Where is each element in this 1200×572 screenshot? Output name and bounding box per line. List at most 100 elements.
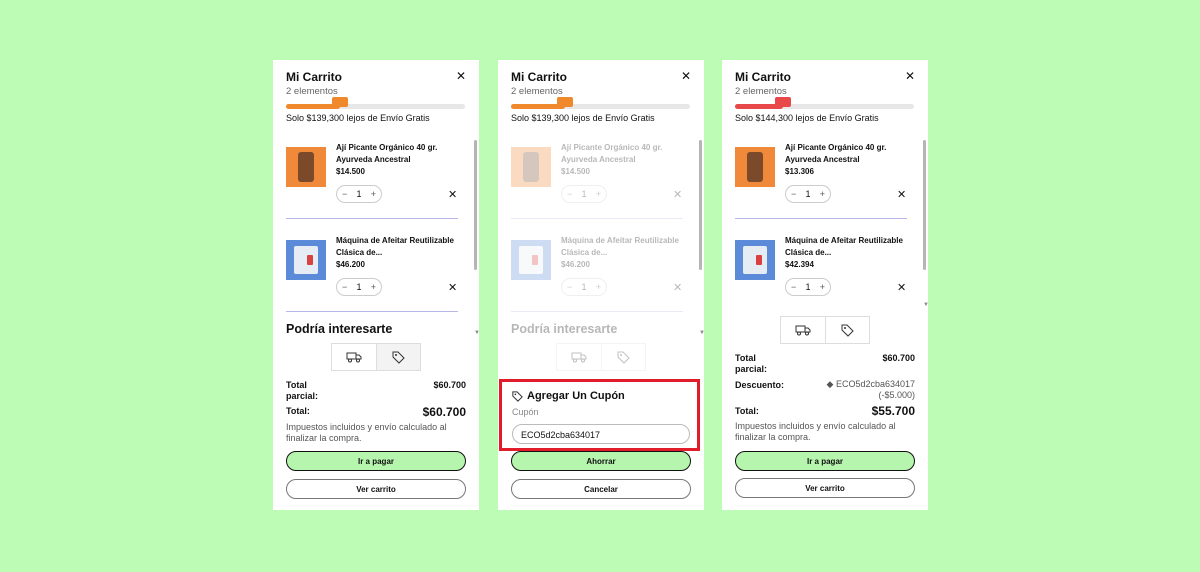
item-name[interactable]: Ají Picante Orgánico 40 gr. Ayurveda Anc…	[336, 142, 456, 166]
scrollbar[interactable]	[474, 140, 477, 335]
quantity-value: 1	[581, 282, 587, 292]
remove-icon[interactable]: ✕	[448, 281, 457, 294]
cart-title: Mi Carrito	[511, 70, 568, 84]
cart-options-tabs	[556, 343, 646, 371]
scrollbar-thumb[interactable]	[923, 140, 926, 270]
quantity-stepper[interactable]: − 1 +	[336, 278, 382, 296]
view-cart-button[interactable]: Ver carrito	[735, 478, 915, 498]
tag-icon: ◆	[826, 379, 836, 389]
item-name[interactable]: Ají Picante Orgánico 40 gr. Ayurveda Anc…	[785, 142, 905, 166]
minus-icon[interactable]: −	[791, 189, 796, 199]
shipping-progress-bar	[511, 97, 690, 109]
free-shipping-message: Solo $139,300 lejos de Envío Gratis	[286, 113, 430, 123]
quantity-stepper[interactable]: − 1 +	[785, 278, 831, 296]
total-value: $60.700	[422, 405, 466, 419]
remove-icon: ✕	[673, 189, 683, 201]
remove-icon[interactable]: ✕	[897, 188, 906, 201]
quantity-stepper[interactable]: − 1 +	[336, 185, 382, 203]
plus-icon: +	[595, 282, 601, 292]
apply-coupon-button[interactable]: Ahorrar	[511, 451, 691, 471]
discount-code: ◆ ECO5d2cba634017 (-$5.000)	[826, 379, 915, 400]
razor-image	[511, 240, 551, 280]
total-value: $55.700	[871, 404, 915, 418]
item-price: $46.200	[561, 260, 590, 269]
item-name[interactable]: Máquina de Afeitar Reutilizable Clásica …	[336, 235, 456, 259]
shipping-progress-bar	[286, 97, 465, 109]
razor-image	[735, 240, 775, 280]
truck-icon[interactable]	[781, 317, 825, 343]
free-shipping-message: Solo $144,300 lejos de Envío Gratis	[735, 113, 879, 123]
cancel-button[interactable]: Cancelar	[511, 479, 691, 499]
divider	[511, 218, 683, 219]
cart-title: Mi Carrito	[286, 70, 343, 84]
scrollbar-thumb[interactable]	[699, 140, 702, 270]
coupon-label: Cupón	[512, 407, 539, 417]
scrollbar-thumb[interactable]	[474, 140, 477, 270]
item-count: 2 elementos	[511, 86, 563, 97]
item-count: 2 elementos	[286, 86, 338, 97]
truck-icon[interactable]	[332, 344, 376, 370]
cart-panel-3: Mi Carrito ✕ 2 elementos Solo $144,300 l…	[722, 60, 928, 510]
plus-icon[interactable]: +	[371, 189, 376, 199]
quantity-value[interactable]: 1	[805, 189, 810, 199]
cart-title: Mi Carrito	[735, 70, 792, 84]
quantity-stepper: − 1 +	[561, 278, 607, 296]
tax-shipping-note: Impuestos incluidos y envío calculado al…	[286, 422, 447, 443]
item-name: Ají Picante Orgánico 40 gr. Ayurveda Anc…	[561, 143, 663, 164]
remove-icon[interactable]: ✕	[897, 281, 906, 294]
plus-icon[interactable]: +	[820, 189, 825, 199]
tag-icon[interactable]	[375, 344, 420, 370]
shipping-progress-bar	[735, 97, 914, 109]
jar-image	[735, 147, 775, 187]
scroll-down-icon[interactable]: ▼	[474, 330, 479, 336]
item-price: $13.306	[785, 167, 814, 176]
subtotal-label: Total parcial:	[286, 380, 319, 401]
tag-icon	[600, 344, 646, 370]
total-label: Total:	[286, 406, 310, 416]
quantity-value[interactable]: 1	[356, 189, 361, 199]
quantity-value[interactable]: 1	[805, 282, 810, 292]
coupon-title: Agregar Un Cupón	[527, 390, 625, 402]
close-icon[interactable]: ✕	[456, 70, 466, 82]
minus-icon: −	[567, 189, 573, 199]
coupon-input[interactable]: ECO5d2cba634017	[512, 424, 690, 444]
checkout-button[interactable]: Ir a pagar	[286, 451, 466, 471]
jar-image	[511, 147, 551, 187]
item-price: $46.200	[336, 260, 365, 269]
razor-image	[286, 240, 326, 280]
item-name: Máquina de Afeitar Reutilizable Clásica …	[561, 236, 679, 257]
checkout-button[interactable]: Ir a pagar	[735, 451, 915, 471]
plus-icon[interactable]: +	[820, 282, 825, 292]
recommendations-heading: Podría interesarte	[511, 322, 618, 336]
quantity-value[interactable]: 1	[356, 282, 361, 292]
minus-icon[interactable]: −	[342, 189, 347, 199]
remove-icon[interactable]: ✕	[448, 188, 457, 201]
item-name[interactable]: Máquina de Afeitar Reutilizable Clásica …	[785, 235, 905, 259]
plus-icon[interactable]: +	[371, 282, 376, 292]
truck-icon	[557, 344, 601, 370]
minus-icon[interactable]: −	[791, 282, 796, 292]
jar-image	[286, 147, 326, 187]
close-icon[interactable]: ✕	[905, 70, 915, 82]
close-icon[interactable]: ✕	[681, 70, 691, 82]
view-cart-button[interactable]: Ver carrito	[286, 479, 466, 499]
tag-icon[interactable]	[824, 317, 870, 343]
total-label: Total:	[735, 406, 759, 416]
minus-icon[interactable]: −	[342, 282, 347, 292]
minus-icon: −	[567, 282, 573, 292]
scrollbar[interactable]	[699, 140, 702, 335]
item-count: 2 elementos	[735, 86, 787, 97]
quantity-stepper: − 1 +	[561, 185, 607, 203]
discount-label: Descuento:	[735, 380, 785, 390]
scroll-down-icon[interactable]: ▼	[923, 302, 928, 308]
item-price: $42.394	[785, 260, 814, 269]
quantity-stepper[interactable]: − 1 +	[785, 185, 831, 203]
plus-icon: +	[595, 189, 601, 199]
remove-icon: ✕	[673, 282, 683, 294]
tax-shipping-note: Impuestos incluidos y envío calculado al…	[735, 421, 896, 442]
subtotal-label: Total parcial:	[735, 353, 768, 374]
free-shipping-message: Solo $139,300 lejos de Envío Gratis	[511, 113, 655, 123]
scroll-down-icon[interactable]: ▼	[699, 330, 704, 336]
subtotal-value: $60.700	[433, 380, 466, 390]
progress-marker-icon	[775, 97, 791, 107]
